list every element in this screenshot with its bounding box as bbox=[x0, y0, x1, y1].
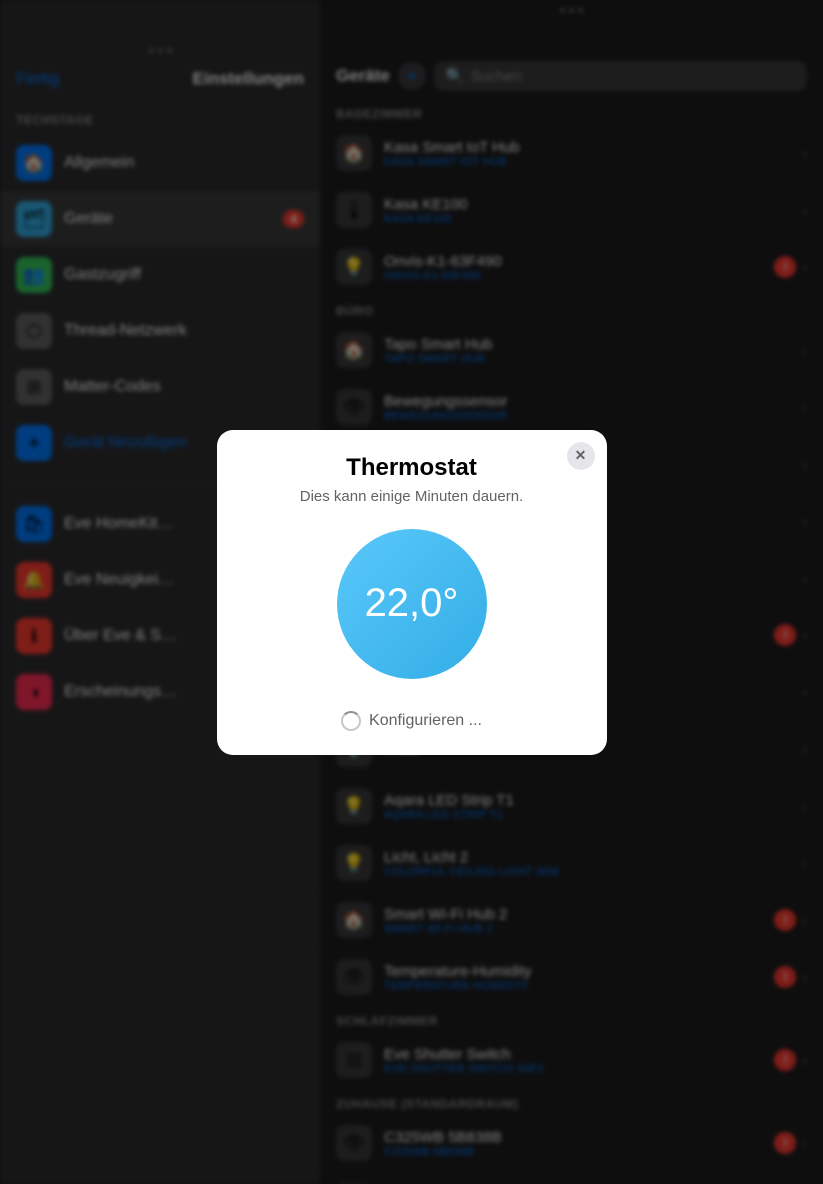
thermostat-modal: ✕ Thermostat Dies kann einige Minuten da… bbox=[217, 430, 607, 755]
configuring-status: Konfigurieren ... bbox=[341, 711, 482, 731]
loading-spinner bbox=[341, 711, 361, 731]
modal-title: Thermostat bbox=[346, 454, 477, 482]
thermostat-temperature: 22,0° bbox=[365, 581, 459, 626]
thermostat-circle: 22,0° bbox=[337, 529, 487, 679]
modal-overlay: ✕ Thermostat Dies kann einige Minuten da… bbox=[0, 0, 823, 1184]
configuring-label: Konfigurieren ... bbox=[369, 712, 482, 730]
modal-subtitle: Dies kann einige Minuten dauern. bbox=[300, 488, 523, 505]
modal-close-button[interactable]: ✕ bbox=[567, 442, 595, 470]
